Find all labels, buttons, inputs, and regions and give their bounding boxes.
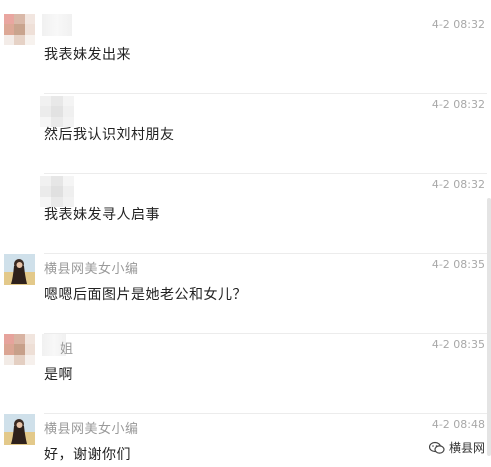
comment-item: 姐 4-2 08:35 是啊 (0, 334, 491, 414)
comment-text: 嗯嗯后面图片是她老公和女儿？ (44, 287, 247, 303)
comment-time: 4-2 08:32 (431, 178, 485, 191)
wechat-icon (428, 441, 445, 454)
comment-text: 我表妹发出来 (44, 47, 131, 63)
comment-time: 4-2 08:35 (431, 338, 485, 351)
comment-text: 然后我认识刘村朋友 (44, 127, 175, 143)
comment-item: 横县网美女小编 4-2 08:48 好，谢谢你们 (0, 414, 491, 467)
girl-portrait-avatar-icon[interactable] (4, 414, 35, 445)
commenter-name[interactable]: 姐 (60, 338, 74, 357)
comment-text: 是啊 (44, 367, 73, 383)
comment-time: 4-2 08:35 (431, 258, 485, 271)
commenter-name[interactable]: 横县网美女小编 (44, 418, 139, 437)
comment-item: 4-2 08:32 然后我认识刘村朋友 (0, 94, 491, 174)
comment-text: 我表妹发寻人启事 (44, 207, 160, 223)
comment-text: 好，谢谢你们 (44, 447, 131, 463)
comment-item: 4-2 08:32 我表妹发寻人启事 (0, 174, 491, 254)
blurred-avatar-icon[interactable] (4, 14, 35, 45)
redacted-name (42, 14, 72, 36)
comment-feed: 4-2 08:32 我表妹发出来 4-2 08:32 然后我认识刘村朋友 4-2… (0, 0, 491, 467)
commenter-name[interactable]: 横县网美女小编 (44, 258, 139, 277)
girl-portrait-avatar-icon[interactable] (4, 254, 35, 285)
comment-item: 4-2 08:32 我表妹发出来 (0, 14, 491, 94)
comment-time: 4-2 08:32 (431, 18, 485, 31)
comment-item: 横县网美女小编 4-2 08:35 嗯嗯后面图片是她老公和女儿？ (0, 254, 491, 334)
watermark: 横县网 (428, 439, 485, 456)
watermark-label: 横县网 (448, 441, 485, 455)
scrollbar[interactable] (487, 198, 491, 456)
blurred-avatar-icon[interactable] (4, 334, 35, 365)
blurred-avatar-icon[interactable] (40, 96, 74, 127)
comment-time: 4-2 08:32 (431, 98, 485, 111)
comment-time: 4-2 08:48 (431, 418, 485, 431)
blurred-avatar-icon[interactable] (40, 176, 74, 207)
